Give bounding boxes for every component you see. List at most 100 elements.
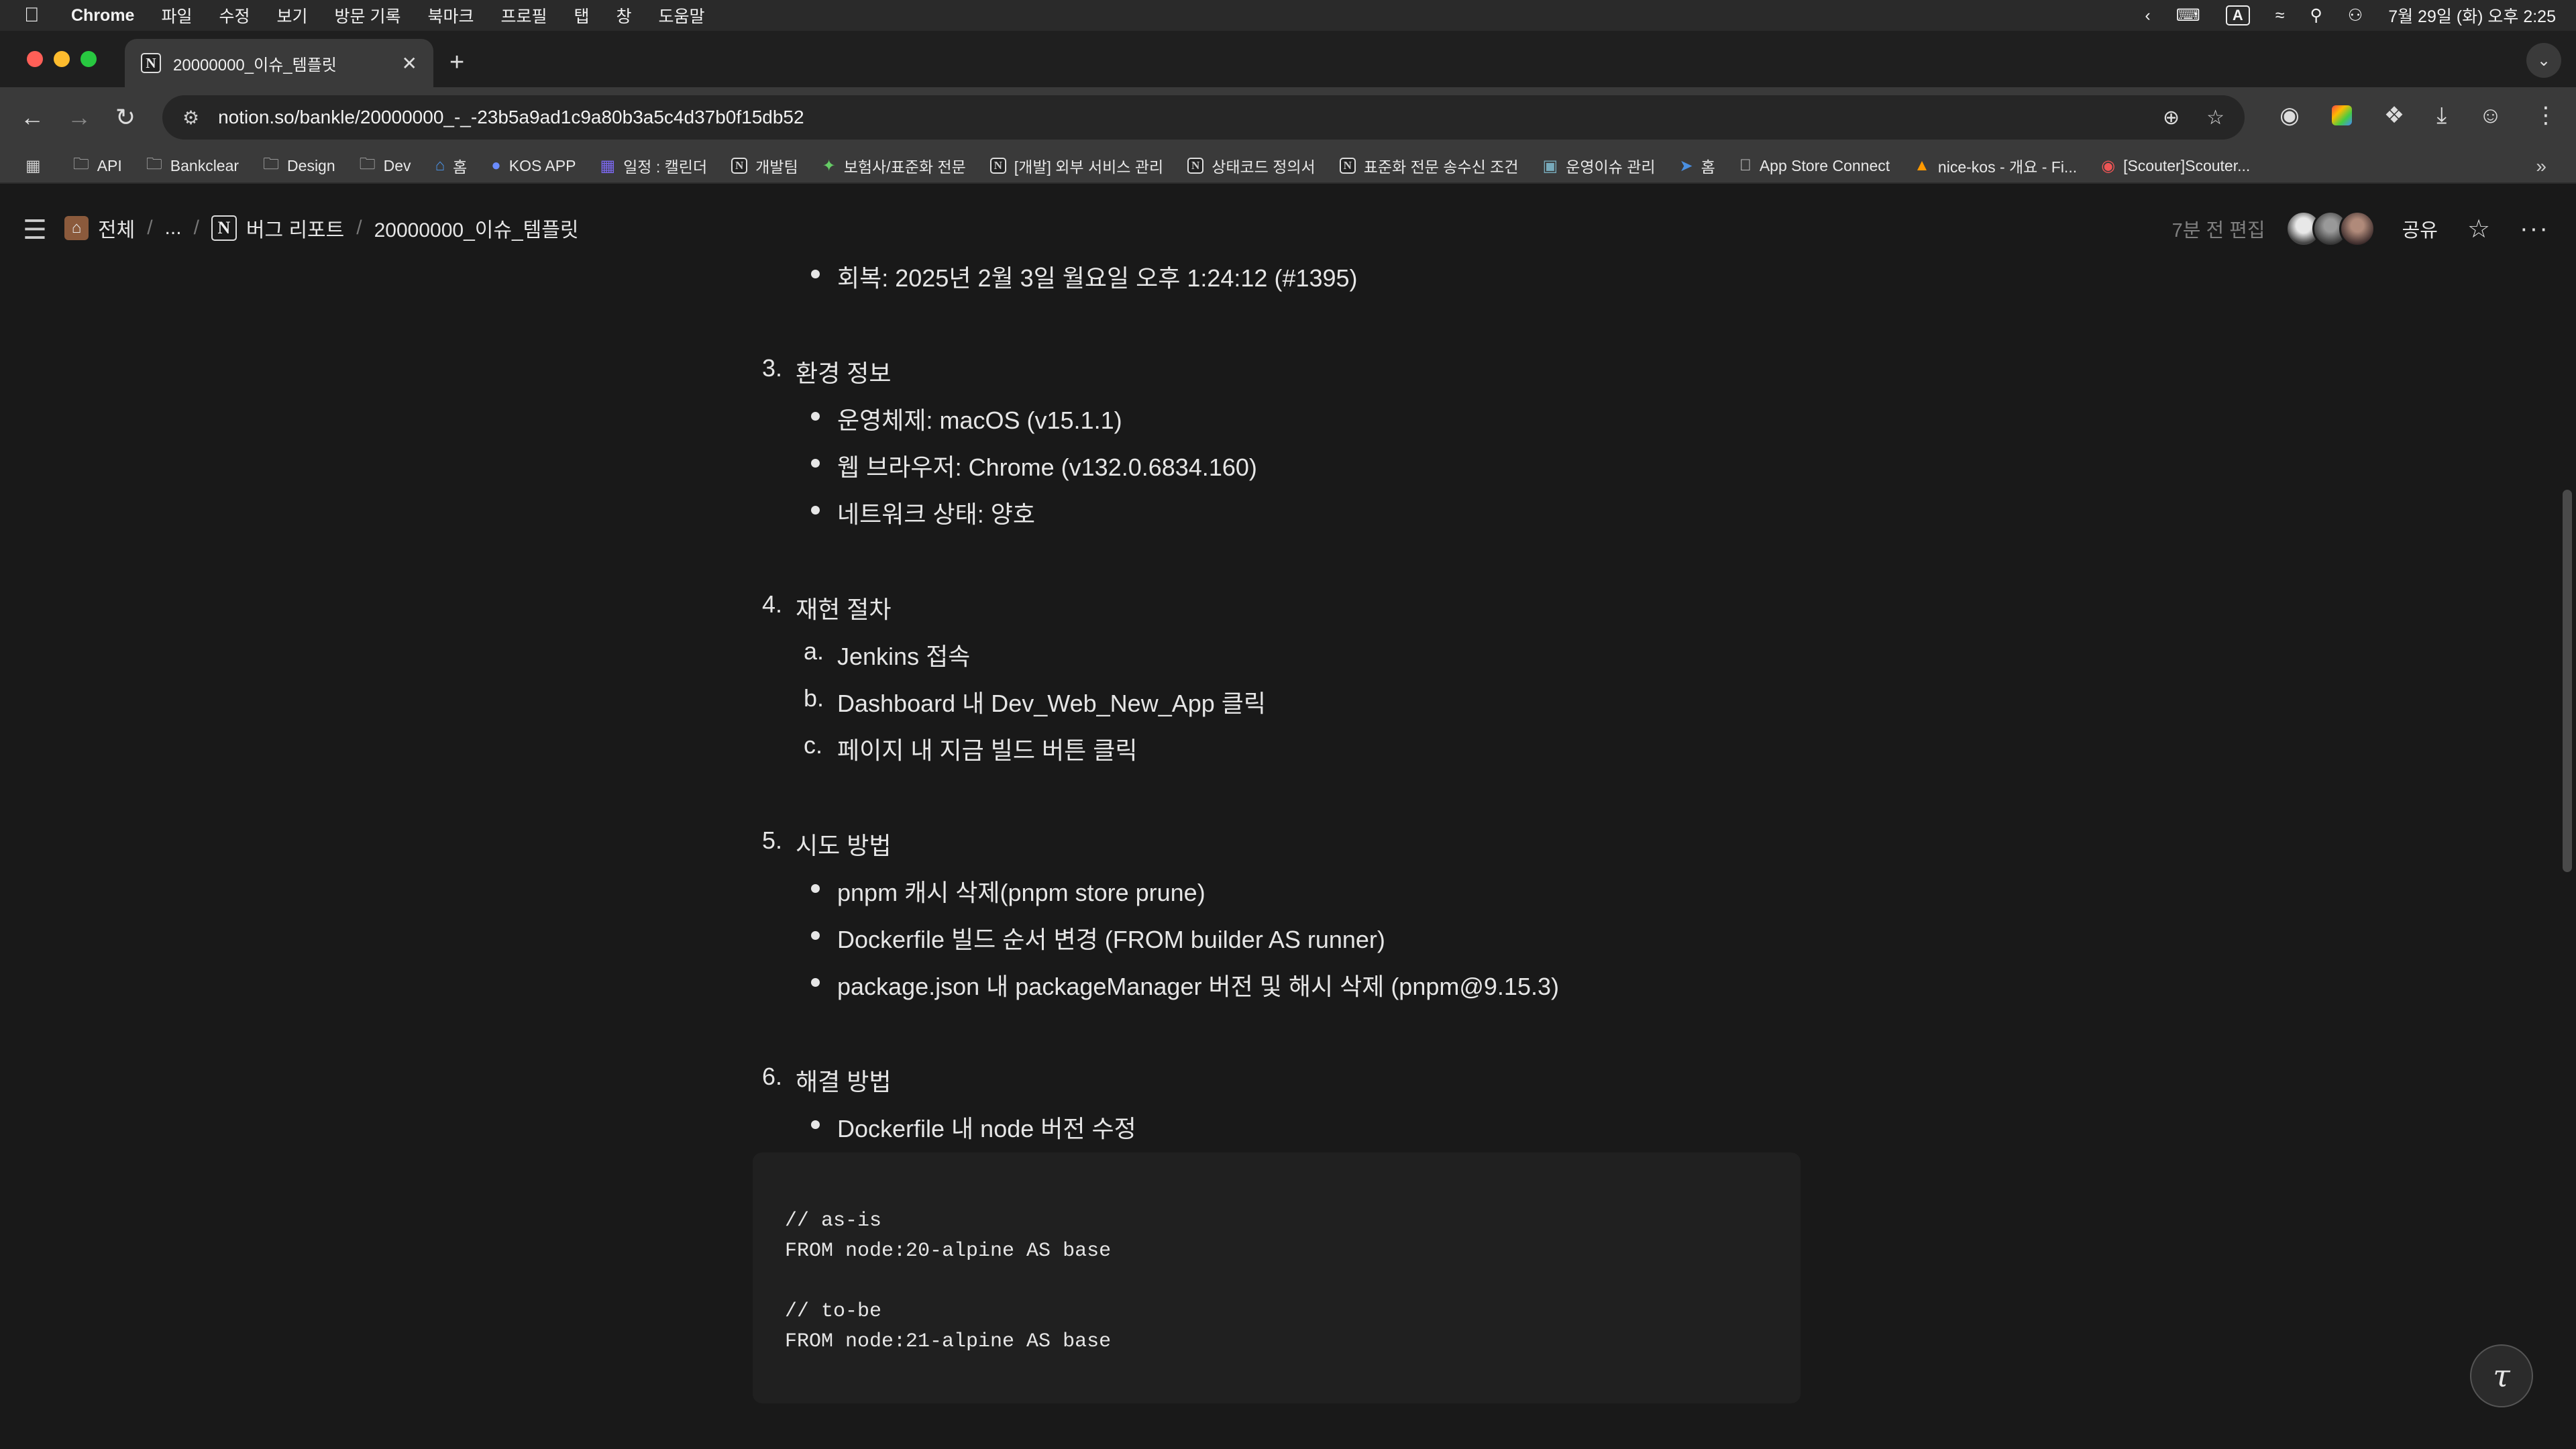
menubar-clock[interactable]: 7월 29일 (화) 오후 2:25: [2388, 3, 2556, 28]
menu-help[interactable]: 도움말: [659, 3, 705, 28]
chrome-menu-icon[interactable]: ⋮: [2534, 102, 2557, 129]
menu-window[interactable]: 창: [616, 3, 632, 28]
flame-icon: ▲: [1902, 156, 1930, 174]
bookmark-external-service[interactable]: N [개발] 외부 서비스 관리: [989, 154, 1163, 177]
menu-history[interactable]: 방문 기록: [335, 3, 401, 28]
breadcrumb-current-page[interactable]: 20000000_이슈_템플릿: [374, 213, 579, 243]
window-minimize-button[interactable]: [54, 51, 70, 67]
share-button[interactable]: 공유: [2402, 215, 2438, 243]
code-block[interactable]: // as-is FROM node:20-alpine AS base // …: [753, 1152, 1801, 1403]
bookmark-dev-team[interactable]: N 개발팀: [731, 154, 798, 177]
calendar-icon: ▦: [600, 156, 616, 175]
back-arrow-icon[interactable]: ←: [20, 103, 44, 131]
notion-ai-help-button[interactable]: 𝜏: [2470, 1344, 2533, 1407]
list-item[interactable]: 운영체제: macOS (v15.1.1): [837, 401, 1122, 436]
list-item[interactable]: pnpm 캐시 삭제(pnpm store prune): [837, 873, 1205, 908]
bookmark-bankclear[interactable]: 🗀 Bankclear: [146, 152, 239, 180]
camera-extension-icon[interactable]: ◉: [2279, 102, 2300, 129]
site-settings-icon[interactable]: ⚙: [182, 107, 199, 129]
bookmark-kos-app[interactable]: ● KOS APP: [491, 156, 576, 175]
search-icon[interactable]: ⚲: [2310, 5, 2322, 25]
list-item[interactable]: 웹 브라우저: Chrome (v132.0.6834.160): [837, 448, 1257, 483]
menu-edit[interactable]: 수정: [219, 3, 250, 28]
collaborator-avatars[interactable]: [2285, 211, 2375, 247]
profile-icon[interactable]: ☺: [2479, 103, 2502, 129]
section-heading[interactable]: 환경 정보: [796, 354, 891, 389]
bookmark-status-code[interactable]: N 상태코드 정의서: [1187, 154, 1316, 177]
last-edited[interactable]: 7분 전 편집: [2172, 215, 2265, 243]
sidebar-menu-icon[interactable]: ☰: [23, 215, 47, 246]
menu-tab[interactable]: 탭: [574, 3, 590, 28]
download-icon[interactable]: ⤓: [2436, 103, 2447, 129]
list-item[interactable]: Dockerfile 빌드 순서 변경 (FROM builder AS run…: [837, 920, 1385, 955]
breadcrumb-workspace[interactable]: 전체: [98, 213, 135, 243]
list-marker: b.: [804, 684, 824, 712]
section-number: 5.: [762, 826, 783, 854]
favorite-star-icon[interactable]: ☆: [2467, 214, 2490, 244]
more-options-icon[interactable]: ···: [2520, 215, 2549, 244]
menu-view[interactable]: 보기: [277, 3, 308, 28]
tab-search-button[interactable]: ⌄: [2526, 43, 2561, 78]
code-text[interactable]: // as-is FROM node:20-alpine AS base // …: [785, 1206, 1111, 1357]
input-method-indicator[interactable]: A: [2225, 5, 2250, 25]
zoom-icon[interactable]: ⊕: [2163, 106, 2180, 129]
list-item[interactable]: Jenkins 접속: [837, 637, 970, 672]
recovery-text[interactable]: 회복: 2025년 2월 3일 월요일 오후 1:24:12 (#1395): [837, 259, 1358, 294]
menu-app-name[interactable]: Chrome: [71, 6, 134, 25]
control-center-icon[interactable]: ⚇: [2348, 5, 2363, 25]
browser-tab-active[interactable]: N 20000000_이슈_템플릿 ✕: [125, 39, 433, 87]
chevron-left-icon[interactable]: ‹: [2145, 6, 2150, 25]
color-extension-icon[interactable]: [2331, 105, 2352, 125]
bullet-dot: [811, 931, 820, 940]
bookmark-ops-issue[interactable]: ▣ 운영이슈 관리: [1542, 154, 1655, 177]
bookmark-app-store-connect[interactable]: App Store Connect: [1739, 156, 1890, 175]
keyboard-icon[interactable]: ⌨: [2176, 5, 2200, 25]
window-close-button[interactable]: [27, 51, 43, 67]
apple-menu-icon[interactable]: : [24, 4, 44, 27]
list-item[interactable]: package.json 내 packageManager 버전 및 해시 삭제…: [837, 967, 1559, 1002]
bookmark-home-2[interactable]: ➤ 홈: [1680, 154, 1715, 177]
page-scrollbar[interactable]: [2563, 490, 2572, 872]
forward-arrow-icon[interactable]: →: [67, 103, 91, 131]
wifi-icon[interactable]: ≈: [2275, 6, 2285, 25]
menu-profile[interactable]: 프로필: [500, 3, 547, 28]
page-actions: 7분 전 편집 공유 ☆ ···: [2172, 211, 2549, 247]
breadcrumb-ellipsis[interactable]: ...: [165, 217, 182, 239]
tab-close-icon[interactable]: ✕: [402, 52, 417, 74]
bullet-dot: [811, 412, 820, 421]
list-item[interactable]: Dashboard 내 Dev_Web_New_App 클릭: [837, 684, 1266, 719]
bookmark-scouter[interactable]: ◉ [Scouter]Scouter...: [2101, 156, 2250, 176]
url-text[interactable]: notion.so/bankle/20000000_-_-23b5a9ad1c9…: [218, 107, 2163, 128]
new-tab-button[interactable]: +: [449, 48, 464, 77]
bookmark-calendar[interactable]: ▦ 일정 : 캘린더: [600, 154, 707, 177]
browser-toolbar: ← → ↻ ⚙ notion.so/bankle/20000000_-_-23b…: [0, 87, 2576, 149]
bookmark-dev[interactable]: 🗀 Dev: [360, 152, 411, 180]
section-heading[interactable]: 재현 절차: [796, 590, 891, 625]
bookmark-design[interactable]: 🗀 Design: [263, 152, 335, 180]
avatar[interactable]: [2339, 211, 2375, 247]
menu-bookmarks[interactable]: 북마크: [427, 3, 474, 28]
reload-icon[interactable]: ↻: [115, 103, 136, 131]
bookmark-insurance[interactable]: ✦ 보험사/표준화 전문: [822, 154, 966, 177]
list-item[interactable]: 페이지 내 지금 빌드 버튼 클릭: [837, 731, 1137, 766]
apps-grid-icon[interactable]: ▦: [25, 156, 49, 176]
bookmark-home[interactable]: ⌂ 홈: [435, 154, 468, 177]
bookmark-api[interactable]: 🗀 API: [73, 152, 122, 180]
folder-icon: 🗀: [146, 154, 162, 173]
window-zoom-button[interactable]: [80, 51, 97, 67]
bookmark-standard-conditions[interactable]: N 표준화 전문 송수신 조건: [1339, 154, 1518, 177]
menu-file[interactable]: 파일: [161, 3, 192, 28]
omnibox-actions: ⊕ ☆: [2163, 106, 2224, 129]
list-item[interactable]: Dockerfile 내 node 버전 수정: [837, 1110, 1136, 1144]
bookmark-label: [Scouter]Scouter...: [2111, 156, 2250, 174]
breadcrumb-bug-report[interactable]: 버그 리포트: [246, 213, 344, 243]
address-bar[interactable]: ⚙ notion.so/bankle/20000000_-_-23b5a9ad1…: [162, 95, 2245, 140]
notion-icon: N: [1339, 158, 1356, 174]
bookmark-nice-kos[interactable]: ▲ nice-kos - 개요 - Fi...: [1914, 154, 2077, 177]
list-item[interactable]: 네트워크 상태: 양호: [837, 495, 1035, 530]
extensions-puzzle-icon[interactable]: ❖: [2384, 102, 2404, 129]
bookmarks-overflow-icon[interactable]: »: [2536, 156, 2546, 177]
section-heading[interactable]: 해결 방법: [796, 1063, 891, 1097]
section-heading[interactable]: 시도 방법: [796, 826, 891, 861]
bookmark-star-icon[interactable]: ☆: [2206, 106, 2224, 129]
